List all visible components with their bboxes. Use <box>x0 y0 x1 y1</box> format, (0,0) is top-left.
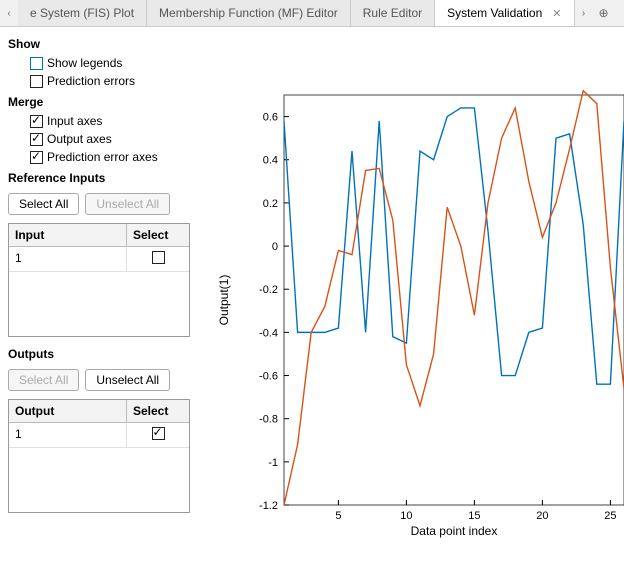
checkbox-output-axes[interactable] <box>30 133 43 146</box>
input-row-checkbox[interactable] <box>152 251 165 264</box>
output-col-header: Output <box>9 400 127 422</box>
input-col-header: Input <box>9 224 127 246</box>
unselect-all-button: Unselect All <box>85 193 170 215</box>
sidebar: Show Show legends Prediction errors Merg… <box>0 27 214 580</box>
show-heading: Show <box>8 37 208 51</box>
select-col-header: Select <box>127 400 189 422</box>
output-row-checkbox[interactable] <box>152 427 165 440</box>
svg-text:-0.6: -0.6 <box>259 371 278 383</box>
table-row: 1 <box>9 247 189 272</box>
checkbox-label: Output axes <box>47 132 112 146</box>
chart-area: -1.2 -1 -0.8 -0.6 -0.4 -0.2 0 0.2 0.4 0.6 5 10 15 20 2… <box>214 27 624 580</box>
svg-text:25: 25 <box>604 510 616 522</box>
tab-label: System Validation <box>447 6 542 20</box>
ref-inputs-button-row: Select All Unselect All <box>8 193 208 215</box>
tab-system-validation[interactable]: System Validation ✕ <box>435 0 574 26</box>
checkbox-prediction-errors-row: Prediction errors <box>8 74 208 88</box>
svg-text:10: 10 <box>400 510 412 522</box>
tab-strip: ‹ e System (FIS) Plot Membership Functio… <box>0 0 624 27</box>
tab-rule-editor[interactable]: Rule Editor <box>351 0 435 26</box>
tab-add-button[interactable]: ⊕ <box>593 0 615 26</box>
select-col-header: Select <box>127 224 189 246</box>
svg-text:20: 20 <box>536 510 548 522</box>
svg-text:Data point index: Data point index <box>411 524 498 538</box>
checkbox-label: Prediction errors <box>47 74 135 88</box>
svg-text:-1.2: -1.2 <box>259 500 278 512</box>
svg-text:0: 0 <box>272 241 278 253</box>
output-line-chart: -1.2 -1 -0.8 -0.6 -0.4 -0.2 0 0.2 0.4 0.6 5 10 15 20 2… <box>214 85 624 565</box>
tab-label: Membership Function (MF) Editor <box>159 6 338 20</box>
checkbox-show-legends[interactable] <box>30 57 43 70</box>
tab-scroll-right[interactable]: › <box>575 0 593 26</box>
tab-scroll-left[interactable]: ‹ <box>0 0 18 26</box>
checkbox-output-axes-row: Output axes <box>8 132 208 146</box>
checkbox-pred-error-axes[interactable] <box>30 151 43 164</box>
svg-text:-0.2: -0.2 <box>259 284 278 296</box>
output-table: Output Select 1 <box>8 399 190 513</box>
checkbox-pred-error-axes-row: Prediction error axes <box>8 150 208 164</box>
reference-inputs-heading: Reference Inputs <box>8 171 208 185</box>
output-cell: 1 <box>9 423 127 447</box>
table-row: 1 <box>9 423 189 448</box>
checkbox-input-axes[interactable] <box>30 115 43 128</box>
select-all-button: Select All <box>8 369 79 391</box>
outputs-button-row: Select All Unselect All <box>8 369 208 391</box>
tab-label: Rule Editor <box>363 6 422 20</box>
svg-text:-1: -1 <box>268 457 278 469</box>
unselect-all-button[interactable]: Unselect All <box>85 369 170 391</box>
tab-mf-editor[interactable]: Membership Function (MF) Editor <box>147 0 351 26</box>
checkbox-show-legends-row: Show legends <box>8 56 208 70</box>
svg-text:5: 5 <box>335 510 341 522</box>
main-area: Show Show legends Prediction errors Merg… <box>0 27 624 580</box>
checkbox-prediction-errors[interactable] <box>30 75 43 88</box>
checkbox-label: Prediction error axes <box>47 150 158 164</box>
svg-text:0.6: 0.6 <box>263 112 278 124</box>
svg-text:0.4: 0.4 <box>263 155 278 167</box>
svg-text:-0.8: -0.8 <box>259 414 278 426</box>
select-all-button[interactable]: Select All <box>8 193 79 215</box>
outputs-heading: Outputs <box>8 347 208 361</box>
checkbox-label: Show legends <box>47 56 122 70</box>
merge-heading: Merge <box>8 95 208 109</box>
input-table: Input Select 1 <box>8 223 190 337</box>
tab-label: e System (FIS) Plot <box>30 6 134 20</box>
checkbox-label: Input axes <box>47 114 102 128</box>
close-icon[interactable]: ✕ <box>552 7 561 20</box>
checkbox-input-axes-row: Input axes <box>8 114 208 128</box>
tab-fis-plot[interactable]: e System (FIS) Plot <box>18 0 147 26</box>
svg-text:Output(1): Output(1) <box>217 275 231 326</box>
svg-text:0.2: 0.2 <box>263 198 278 210</box>
svg-text:-0.4: -0.4 <box>259 327 278 339</box>
svg-text:15: 15 <box>468 510 480 522</box>
input-cell: 1 <box>9 247 127 271</box>
